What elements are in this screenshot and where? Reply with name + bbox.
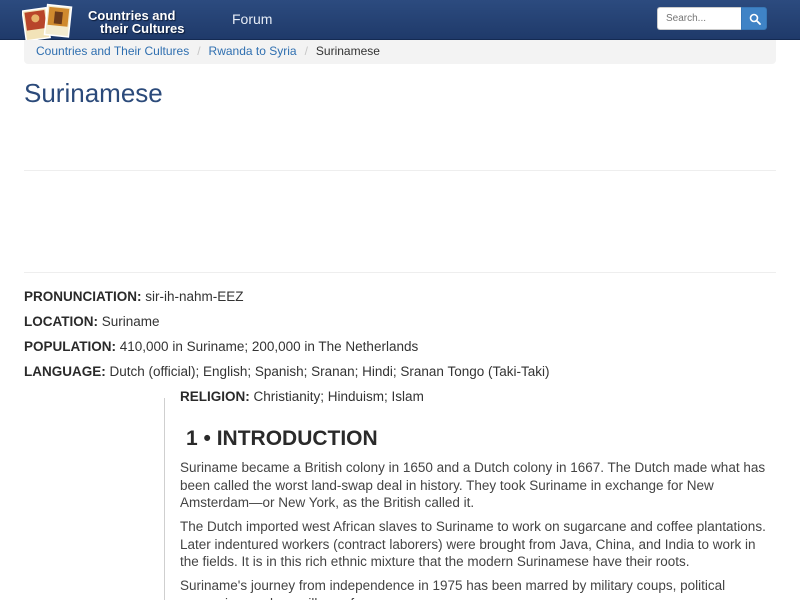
fact-label: LANGUAGE: xyxy=(24,364,106,379)
breadcrumb-current: Surinamese xyxy=(315,44,380,58)
breadcrumb: Countries and Their Cultures / Rwanda to S… xyxy=(24,40,776,64)
divider xyxy=(24,272,776,273)
fact-label: LOCATION: xyxy=(24,314,98,329)
logo-image-icon xyxy=(22,3,73,42)
fact-label: POPULATION: xyxy=(24,339,116,354)
breadcrumb-separator: / xyxy=(197,44,201,58)
logo-text: Countries and their Cultures xyxy=(88,9,185,35)
search-input[interactable] xyxy=(657,7,741,30)
site-logo[interactable]: Countries and their Cultures xyxy=(22,3,222,43)
fact-label: PRONUNCIATION: xyxy=(24,289,142,304)
logo-line-2: their Cultures xyxy=(100,21,185,36)
fact-label: RELIGION: xyxy=(180,389,250,404)
top-navbar: Countries and their Cultures Forum xyxy=(0,0,800,43)
search-button[interactable] xyxy=(741,7,767,30)
fact-population: POPULATION: 410,000 in Suriname; 200,000… xyxy=(24,339,418,354)
breadcrumb-separator: / xyxy=(304,44,308,58)
breadcrumb-link-rwanda-to-syria[interactable]: Rwanda to Syria xyxy=(209,44,297,58)
forum-link[interactable]: Forum xyxy=(232,11,272,27)
fact-pronunciation: PRONUNCIATION: sir-ih-nahm-EEZ xyxy=(24,289,244,304)
fact-value: Suriname xyxy=(101,314,160,329)
section-heading: 1 • INTRODUCTION xyxy=(186,427,378,450)
paragraph: Suriname's journey from independence in … xyxy=(180,578,726,600)
search-icon xyxy=(749,13,761,25)
fact-religion: RELIGION: Christianity; Hinduism; Islam xyxy=(180,389,424,404)
breadcrumb-link-countries[interactable]: Countries and Their Cultures xyxy=(36,44,189,58)
fact-value: 410,000 in Suriname; 200,000 in The Neth… xyxy=(119,339,419,354)
fact-value: Dutch (official); English; Spanish; Sran… xyxy=(109,364,550,379)
divider xyxy=(24,170,776,171)
content-rule xyxy=(164,398,165,600)
paragraph: Suriname became a British colony in 1650… xyxy=(180,460,766,510)
fact-value: sir-ih-nahm-EEZ xyxy=(145,289,244,304)
fact-value: Christianity; Hinduism; Islam xyxy=(253,389,424,404)
fact-location: LOCATION: Suriname xyxy=(24,314,160,329)
page-title: Surinamese xyxy=(24,78,163,108)
fact-language: LANGUAGE: Dutch (official); English; Spa… xyxy=(24,364,550,379)
paragraph: The Dutch imported west African slaves t… xyxy=(180,519,766,569)
